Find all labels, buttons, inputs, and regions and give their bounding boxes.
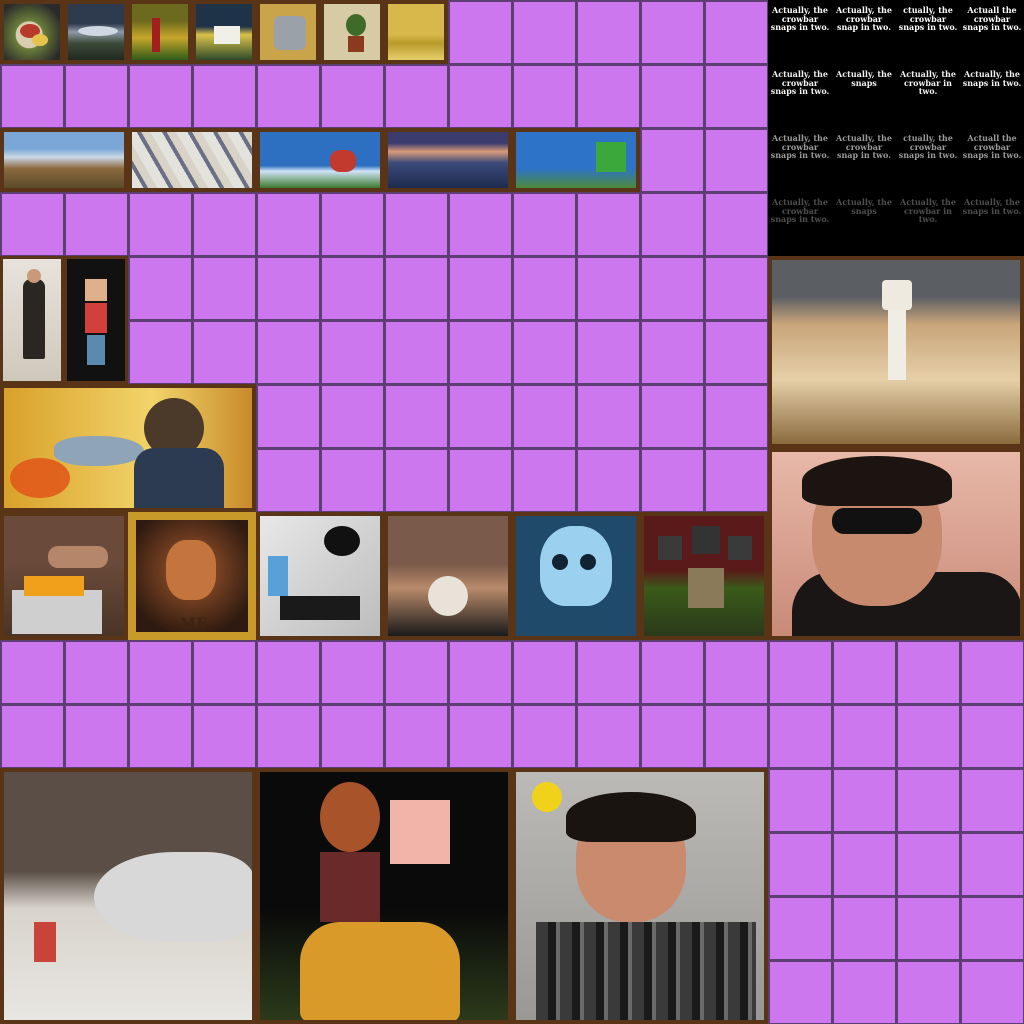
crowbar-text: Actually, the crowbar snap in two. [836, 5, 892, 32]
crowbar-text-faded: Actually, the snaps in two. [962, 197, 1022, 216]
crowbar-text: Actually, the snaps [836, 69, 892, 88]
crowbar-text-faded: Actuall the crowbar snaps in two. [962, 133, 1022, 160]
crowbar-text-faded: Actually, the crowbar in two. [900, 197, 956, 224]
painting-blue-skull [512, 512, 640, 640]
painting-me-portrait: ME [128, 512, 256, 640]
crowbar-text-faded: ctually, the crowbar snaps in two. [898, 133, 958, 160]
painting-rocket-man [0, 384, 256, 512]
crowbar-text: Actuall the crowbar snaps in two. [962, 5, 1022, 32]
painting-sunset-house [192, 0, 256, 64]
painting-village-panorama [0, 128, 128, 192]
painting-creeper-sky [512, 128, 640, 192]
painting-white-debris [128, 128, 256, 192]
me-label: ME [180, 616, 209, 632]
crowbar-text: Actually, the crowbar snaps in two. [770, 5, 830, 32]
painting-skeleton-sofa [768, 256, 1024, 448]
painting-purple-mountains [384, 128, 512, 192]
painting-yellow-field [128, 0, 192, 64]
crowbar-text-faded: Actually, the snaps [836, 197, 892, 216]
painting-hand-fire [0, 512, 128, 640]
painting-girl-pig [256, 768, 512, 1024]
crowbar-text-faded: Actually, the crowbar snap in two. [836, 133, 892, 160]
crowbar-text-faded: Actually, the crowbar snaps in two. [770, 197, 830, 224]
painting-pinocchio [64, 256, 128, 384]
painting-sunglasses-man [768, 448, 1024, 640]
painting-stormy-landscape [64, 0, 128, 64]
painting-man-portrait [0, 256, 64, 384]
painting-dream-collage [384, 512, 512, 640]
painting-spider-collage [256, 512, 384, 640]
crowbar-text: Actually, the snaps in two. [962, 69, 1022, 88]
painting-potted-plant [320, 0, 384, 64]
painting-pointing-hand [0, 768, 256, 1024]
painting-kettle [256, 0, 320, 64]
crowbar-text-faded: Actually, the crowbar snaps in two. [770, 133, 830, 160]
crowbar-text-block: Actually, the crowbar snaps in two. Actu… [768, 0, 1024, 256]
crowbar-text: Actually, the crowbar in two. [900, 69, 956, 96]
crowbar-text: Actually, the crowbar snaps in two. [770, 69, 830, 96]
painting-sky-flowers [256, 128, 384, 192]
painting-man-duck [512, 768, 768, 1024]
crowbar-text: ctually, the crowbar snaps in two. [898, 5, 958, 32]
painting-yellow-landscape [384, 0, 448, 64]
painting-texture-atlas: Actually, the crowbar snaps in two. Actu… [0, 0, 1024, 1024]
painting-food-plate [0, 0, 64, 64]
painting-wither-heads [640, 512, 768, 640]
